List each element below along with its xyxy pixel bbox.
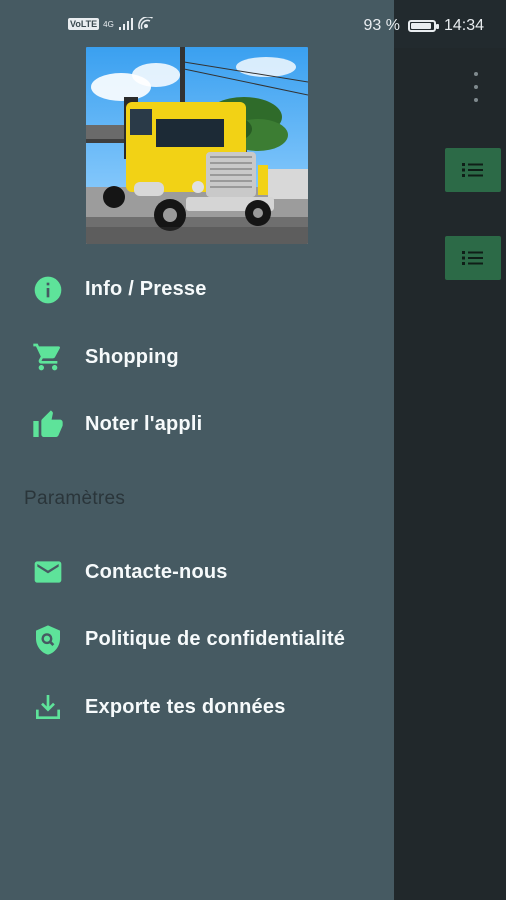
status-left: VoLTE 4G [68,17,156,31]
network-type: 4G [103,19,114,29]
header-truck-image [86,47,308,244]
list-button-1[interactable] [445,148,501,192]
list-button-2[interactable] [445,236,501,280]
menu-item-label: Noter l'appli [85,413,203,436]
settings-section-title: Paramètres [24,487,126,509]
shield-search-icon [32,624,64,656]
navigation-drawer: Info / Presse Shopping Noter l'appli Par… [0,0,394,900]
menu-item-label: Exporte tes données [85,695,286,718]
status-right: 93 % 14:34 [363,17,484,35]
menu-item-label: Info / Presse [85,278,207,301]
menu-item-politique-confidentialite[interactable]: Politique de confidentialité [0,606,394,674]
overflow-menu-icon[interactable] [472,72,480,102]
cart-icon [32,341,64,373]
menu-item-info-presse[interactable]: Info / Presse [0,256,394,324]
list-icon [462,251,483,265]
volte-badge: VoLTE [68,18,100,30]
menu-item-label: Politique de confidentialité [85,628,346,651]
email-icon [32,556,64,588]
download-icon [32,691,64,723]
signal-icon [118,18,133,30]
menu-item-shopping[interactable]: Shopping [0,324,394,392]
menu-item-label: Shopping [85,345,179,368]
list-icon [462,163,483,177]
status-bar: VoLTE 4G 93 % 14:34 [0,0,506,48]
menu-item-contacte-nous[interactable]: Contacte-nous [0,539,394,607]
battery-percent: 93 % [363,17,400,34]
clock: 14:34 [443,17,484,34]
thumb-up-icon [32,409,64,441]
menu-item-noter-appli[interactable]: Noter l'appli [0,391,394,459]
drawer-menu: Info / Presse Shopping Noter l'appli Par… [0,256,394,741]
info-icon [32,274,64,306]
menu-item-exporte-donnees[interactable]: Exporte tes données [0,674,394,742]
battery-icon [407,20,439,32]
truck-photo [86,47,308,244]
menu-item-label: Contacte-nous [85,560,228,583]
hotspot-icon [138,17,153,30]
